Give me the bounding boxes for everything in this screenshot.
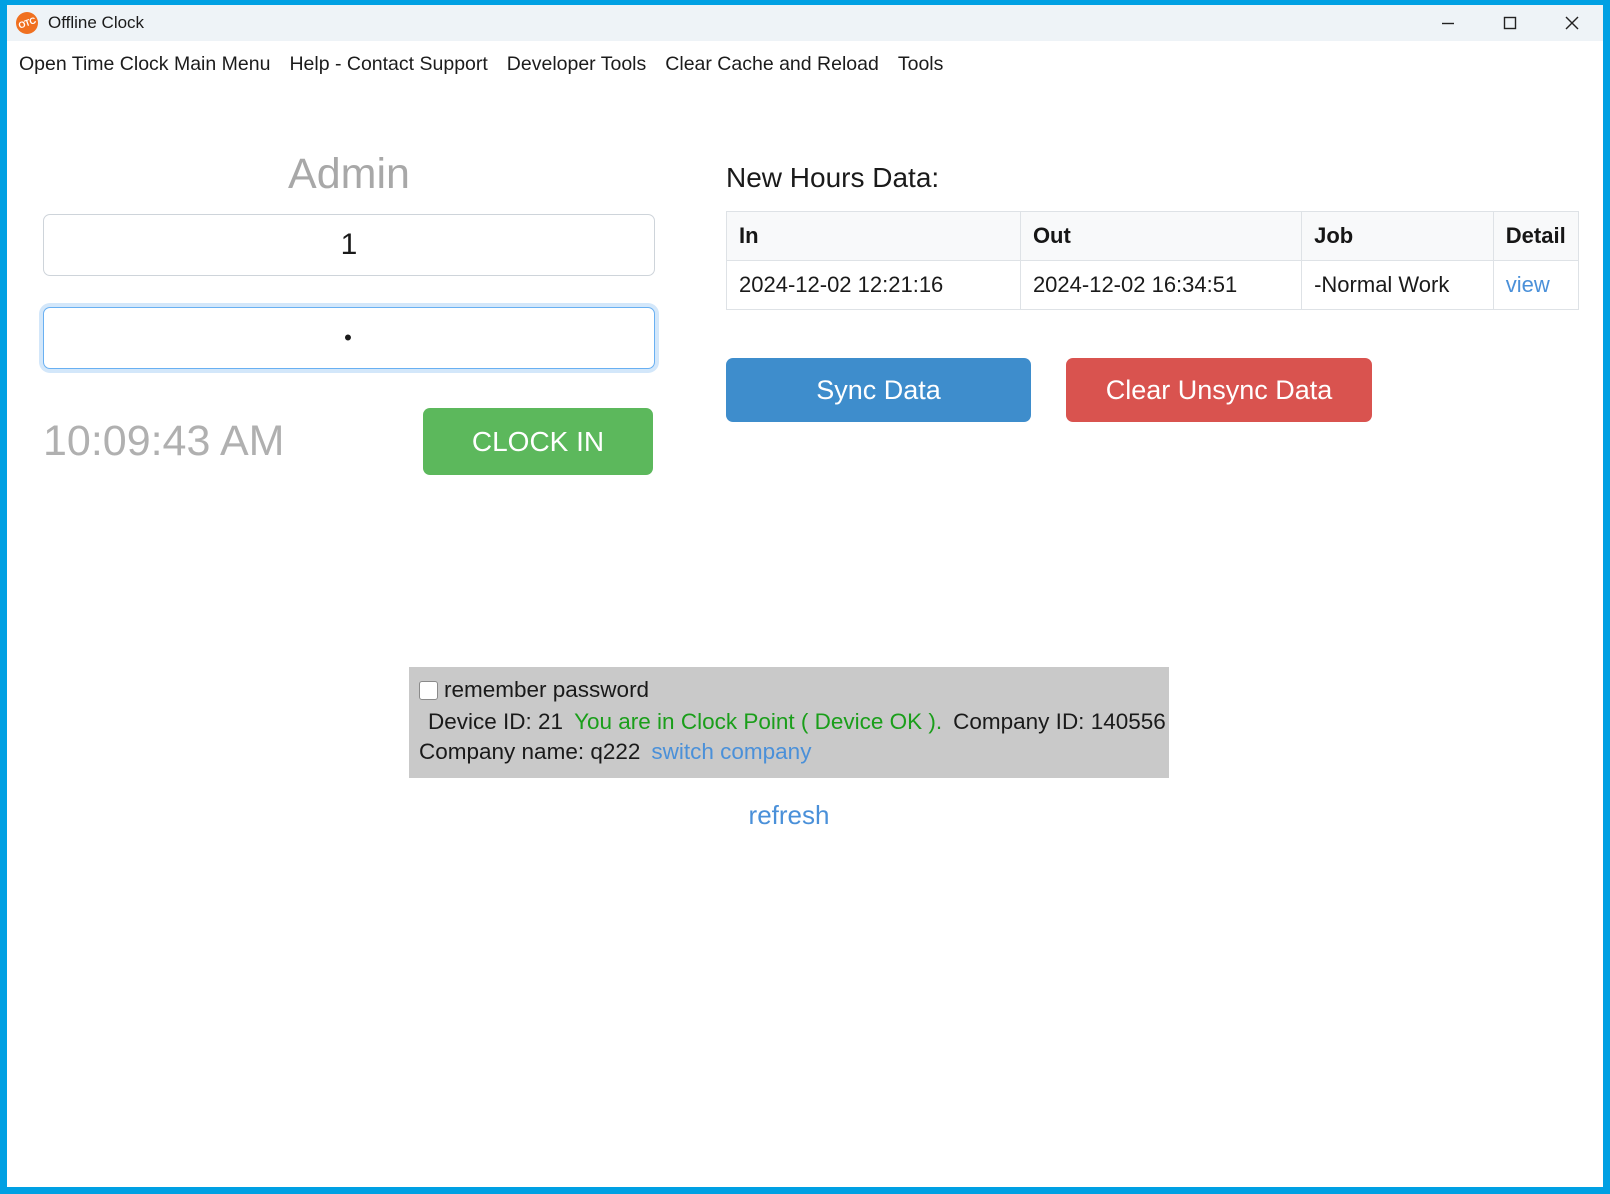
app-logo-text: OTC (17, 15, 37, 31)
view-detail-link[interactable]: view (1506, 272, 1550, 297)
menu-item-open-main-menu[interactable]: Open Time Clock Main Menu (19, 51, 281, 78)
window-title: Offline Clock (48, 13, 145, 32)
minimize-icon[interactable] (1417, 5, 1479, 41)
remember-password-row: remember password (419, 675, 1159, 706)
menu-item-clear-cache-and-reload[interactable]: Clear Cache and Reload (665, 51, 890, 78)
title-bar: OTC Offline Clock (7, 5, 1603, 41)
hours-actions: Sync Data Clear Unsync Data (726, 358, 1579, 422)
menu-item-developer-tools[interactable]: Developer Tools (507, 51, 657, 78)
remember-password-label: remember password (444, 677, 650, 702)
cell-job: -Normal Work (1301, 260, 1494, 310)
table-row: 2024-12-02 12:21:16 2024-12-02 16:34:51 … (726, 260, 1580, 310)
current-time: 10:09:43 AM (43, 417, 285, 465)
column-header-in: In (726, 211, 1021, 261)
menu-item-tools[interactable]: Tools (898, 51, 955, 78)
clear-unsync-data-button[interactable]: Clear Unsync Data (1066, 358, 1372, 422)
refresh-row: refresh (409, 800, 1169, 831)
table-header-row: In Out Job Detail (726, 211, 1580, 261)
company-name-label: Company name: q222 (419, 739, 641, 765)
switch-company-link[interactable]: switch company (651, 739, 811, 764)
column-header-job: Job (1301, 211, 1494, 261)
login-panel: Admin 1 • 10:09:43 AM CLOCK IN (43, 153, 655, 475)
window-controls (1417, 5, 1603, 41)
remember-password-checkbox[interactable] (419, 680, 438, 700)
cell-detail: view (1492, 260, 1580, 310)
hours-title: New Hours Data: (726, 162, 940, 193)
content-area: Admin 1 • 10:09:43 AM CLOCK IN New Hours… (7, 87, 1603, 1187)
company-name-line: Company name: q222 switch company (419, 737, 1159, 768)
device-id-label: Device ID: 21 (428, 708, 564, 734)
clock-row: 10:09:43 AM CLOCK IN (43, 408, 655, 475)
device-status-line: Device ID: 21 You are in Clock Point ( De… (419, 707, 1166, 738)
column-header-out: Out (1019, 211, 1303, 261)
close-icon[interactable] (1541, 5, 1603, 41)
app-window: OTC Offline Clock Open Time Clock Main M… (0, 0, 1610, 1194)
maximize-icon[interactable] (1479, 5, 1541, 41)
status-box: remember password Device ID: 21 You are i… (409, 667, 1169, 778)
username-input[interactable]: 1 (43, 214, 655, 276)
refresh-link[interactable]: refresh (749, 800, 830, 830)
company-id-label: Company ID: 140556 (953, 708, 1166, 734)
app-logo-icon: OTC (16, 12, 38, 34)
menu-item-help-contact-support[interactable]: Help - Contact Support (289, 51, 498, 78)
sync-data-button[interactable]: Sync Data (726, 358, 1031, 422)
device-status-text: You are in Clock Point ( Device OK ). (574, 708, 943, 734)
menu-bar: Open Time Clock Main Menu Help - Contact… (7, 41, 1603, 87)
cell-out: 2024-12-02 16:34:51 (1019, 260, 1303, 310)
new-hours-table: In Out Job Detail 2024-12-02 12:21:16 20… (726, 211, 1580, 310)
hours-panel: New Hours Data: In Out Job Detail 2024-1… (726, 162, 1580, 422)
clock-in-button[interactable]: CLOCK IN (423, 408, 653, 475)
page-title: Admin (288, 150, 410, 198)
password-input[interactable]: • (43, 307, 655, 369)
column-header-detail: Detail (1492, 211, 1580, 261)
cell-in: 2024-12-02 12:21:16 (726, 260, 1021, 310)
